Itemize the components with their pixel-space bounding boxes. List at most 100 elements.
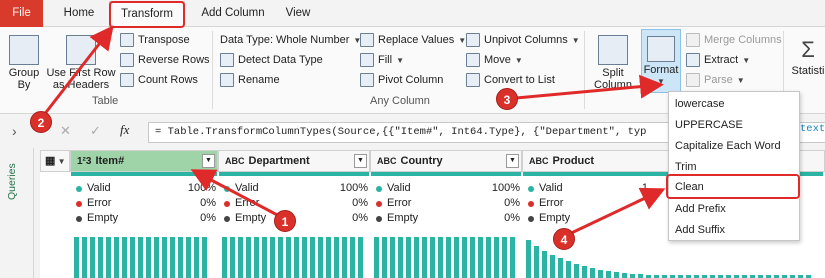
distribution-bar [454, 237, 459, 278]
unpivot-columns-button[interactable]: Unpivot Columns ▼ [466, 31, 580, 49]
merge-columns-button[interactable]: Merge Columns [686, 31, 782, 49]
distribution-bar [154, 237, 159, 278]
distribution-bar [146, 237, 151, 278]
parse-button[interactable]: Parse ▼ [686, 71, 745, 89]
distribution-bar [598, 270, 603, 278]
reverse-rows-button[interactable]: Reverse Rows [120, 51, 210, 69]
distribution-bar [170, 237, 175, 278]
distribution-bar [82, 237, 87, 278]
transpose-button[interactable]: Transpose [120, 31, 190, 49]
replace-values-button[interactable]: Replace Values ▼ [360, 31, 466, 49]
function-icon: fx [120, 122, 130, 137]
count-rows-button[interactable]: Count Rows [120, 71, 198, 89]
distribution-bar [398, 237, 403, 278]
queries-label[interactable]: Queries [6, 150, 20, 200]
extract-button[interactable]: Extract ▼ [686, 51, 750, 69]
distribution-bar [606, 271, 611, 278]
menu-item-lowercase[interactable]: lowercase [669, 94, 799, 114]
convert-to-list-button[interactable]: Convert to List [466, 71, 555, 89]
table-menu-button[interactable]: ▦ ▼ [40, 150, 70, 172]
format-button[interactable]: Format ▼ [641, 29, 681, 93]
distribution-bar [542, 251, 547, 278]
pivot-icon [360, 73, 374, 87]
check-icon[interactable]: ✓ [90, 123, 101, 139]
statistics-button[interactable]: Σ Statisti [788, 35, 825, 77]
any-column-group-label: Any Column [370, 95, 430, 107]
menu-item-uppercase[interactable]: UPPERCASE [669, 115, 799, 135]
tab-add-column[interactable]: Add Column [192, 0, 274, 27]
parse-icon [686, 73, 700, 87]
distribution-bar [114, 237, 119, 278]
format-abc-icon [647, 36, 675, 62]
distribution-bar [230, 237, 235, 278]
text-type-icon[interactable]: ABC [377, 156, 397, 166]
distribution-bar [278, 237, 283, 278]
filter-dropdown-icon[interactable]: ▼ [202, 154, 215, 168]
quality-bar [71, 172, 217, 176]
distribution-bar [462, 237, 467, 278]
rename-button[interactable]: Rename [220, 71, 280, 89]
split-column-button[interactable]: Split Column [592, 35, 634, 91]
distribution-bar [430, 237, 435, 278]
chevron-down-icon: ▼ [657, 77, 665, 86]
distribution-bar [98, 237, 103, 278]
distribution-bar [270, 237, 275, 278]
formula-overflow-text: text [800, 123, 825, 135]
error-stat: Error [528, 197, 648, 212]
distribution-bar [342, 237, 347, 278]
reverse-rows-icon [120, 53, 134, 67]
distribution-bar [246, 237, 251, 278]
column-header-item[interactable]: 1²3 Item# ▼ [70, 150, 218, 172]
data-type-dropdown[interactable]: Data Type: Whole Number ▼ [220, 31, 361, 49]
transpose-icon [120, 33, 134, 47]
callout-3: 3 [496, 88, 518, 110]
distribution-bar [74, 237, 79, 278]
chevron-down-icon: ▼ [571, 35, 580, 45]
move-icon [466, 53, 480, 67]
table-icon: ▦ [45, 155, 56, 167]
tab-view[interactable]: View [278, 0, 318, 27]
menu-item-capitalize[interactable]: Capitalize Each Word [669, 136, 799, 156]
distribution-bar [582, 266, 587, 278]
pivot-column-button[interactable]: Pivot Column [360, 71, 443, 89]
distribution-bar [350, 237, 355, 278]
chevron-right-icon[interactable]: › [12, 123, 17, 139]
distribution-bar [566, 261, 571, 278]
valid-stat: Valid 1 [528, 182, 648, 197]
cancel-icon[interactable]: ✕ [60, 123, 71, 139]
filter-dropdown-icon[interactable]: ▼ [354, 154, 367, 168]
detect-data-type-button[interactable]: Detect Data Type [220, 51, 323, 69]
empty-stat: Empty 0% [224, 212, 368, 227]
chevron-down-icon: ▼ [514, 55, 523, 65]
empty-stat: Empty 0% [76, 212, 216, 227]
filter-dropdown-icon[interactable]: ▼ [506, 154, 519, 168]
tab-home[interactable]: Home [52, 0, 106, 27]
fill-down-icon [360, 53, 374, 67]
move-button[interactable]: Move ▼ [466, 51, 523, 69]
text-type-icon[interactable]: ABC [225, 156, 245, 166]
distribution-bar [254, 237, 259, 278]
distribution-bar [446, 237, 451, 278]
count-rows-icon [120, 73, 134, 87]
chevron-down-icon: ▼ [742, 55, 751, 65]
distribution-bar [202, 237, 207, 278]
fill-button[interactable]: Fill ▼ [360, 51, 404, 69]
menu-item-add-suffix[interactable]: Add Suffix [669, 220, 799, 240]
group-by-button[interactable]: Group By [4, 35, 44, 91]
use-first-row-headers-button[interactable]: Use First Row as Headers [46, 35, 116, 91]
tab-file[interactable]: File [0, 0, 43, 27]
menu-item-add-prefix[interactable]: Add Prefix [669, 199, 799, 219]
column-header-country[interactable]: ABC Country ▼ [370, 150, 522, 172]
distribution-bar [614, 272, 619, 278]
empty-stat: Empty [528, 212, 648, 227]
clean-highlight [666, 174, 800, 199]
distribution-bar [478, 237, 483, 278]
distribution-bar [222, 237, 227, 278]
whole-number-type-icon[interactable]: 1²3 [77, 156, 91, 167]
distribution-bar [302, 237, 307, 278]
quality-bar [371, 172, 521, 176]
distribution-bar [90, 237, 95, 278]
text-type-icon[interactable]: ABC [529, 156, 549, 166]
distribution-bar [534, 246, 539, 278]
column-header-department[interactable]: ABC Department ▼ [218, 150, 370, 172]
